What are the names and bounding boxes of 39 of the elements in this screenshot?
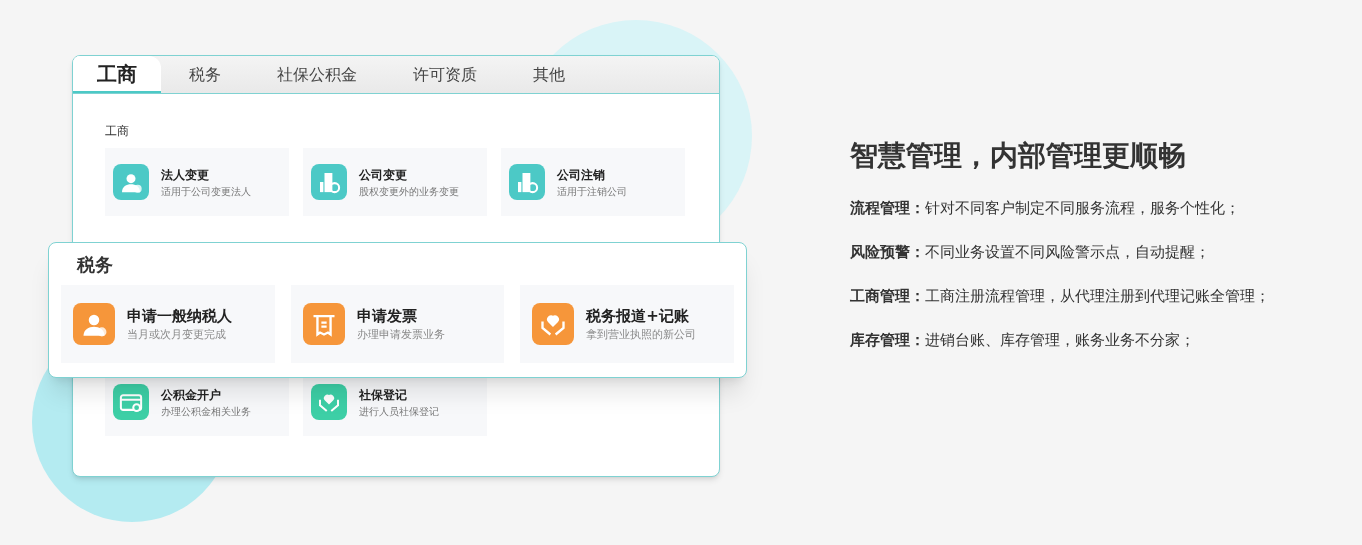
service-subtitle: 当月或次月变更完成 [127, 327, 227, 343]
feature-point: 库存管理：进销台账、库存管理，账务业务不分家； [850, 330, 1196, 351]
service-card[interactable]: 税务报道+记账 拿到营业执照的新公司 [520, 285, 734, 363]
service-title: 申请发票 [356, 305, 418, 327]
service-card[interactable]: 申请发票 办理申请发票业务 [290, 285, 505, 363]
tab[interactable]: 社保公积金 [249, 56, 385, 93]
feature-point: 工商管理：工商注册流程管理，从代理注册到代理记账全管理； [850, 286, 1270, 307]
feature-point: 流程管理：针对不同客户制定不同服务流程，服务个性化； [850, 198, 1241, 219]
receipt-icon [302, 303, 345, 345]
service-title: 公积金开户 [161, 386, 222, 404]
service-title: 社保登记 [359, 386, 408, 404]
tab[interactable]: 许可资质 [385, 56, 505, 93]
building-icon [509, 164, 545, 200]
popup-heading: 税务 [75, 253, 114, 277]
service-title: 公司变更 [359, 166, 408, 184]
feature-title: 智慧管理，内部管理更顺畅 [850, 138, 1187, 174]
tab[interactable]: 工商 [73, 56, 161, 93]
feature-point: 风险预警：不同业务设置不同风险警示点，自动提醒； [850, 242, 1211, 263]
service-card[interactable]: 公司变更 股权变更外的业务变更 [303, 148, 487, 216]
service-subtitle: 办理申请发票业务 [356, 327, 445, 343]
service-card[interactable]: 法人变更 适用于公司变更法人 [105, 148, 289, 216]
service-subtitle: 适用于公司变更法人 [161, 184, 251, 199]
tab[interactable]: 税务 [161, 56, 249, 93]
service-subtitle: 进行人员社保登记 [359, 404, 439, 419]
service-subtitle: 股权变更外的业务变更 [359, 184, 459, 199]
hands-icon [532, 303, 575, 345]
service-title: 法人变更 [161, 166, 210, 184]
service-card[interactable]: 申请一般纳税人 当月或次月变更完成 [61, 285, 275, 363]
hands-icon [311, 384, 347, 420]
section-heading: 工商 [105, 123, 130, 140]
service-subtitle: 拿到营业执照的新公司 [586, 327, 697, 343]
service-subtitle: 适用于注销公司 [557, 184, 627, 199]
service-card[interactable]: 公司注销 适用于注销公司 [501, 148, 685, 216]
tab[interactable]: 其他 [505, 56, 593, 93]
service-title: 税务报道+记账 [586, 305, 690, 327]
service-title: 公司注销 [557, 166, 606, 184]
service-subtitle: 办理公积金相关业务 [161, 404, 251, 419]
service-title: 申请一般纳税人 [127, 305, 232, 327]
building-icon [311, 164, 347, 200]
